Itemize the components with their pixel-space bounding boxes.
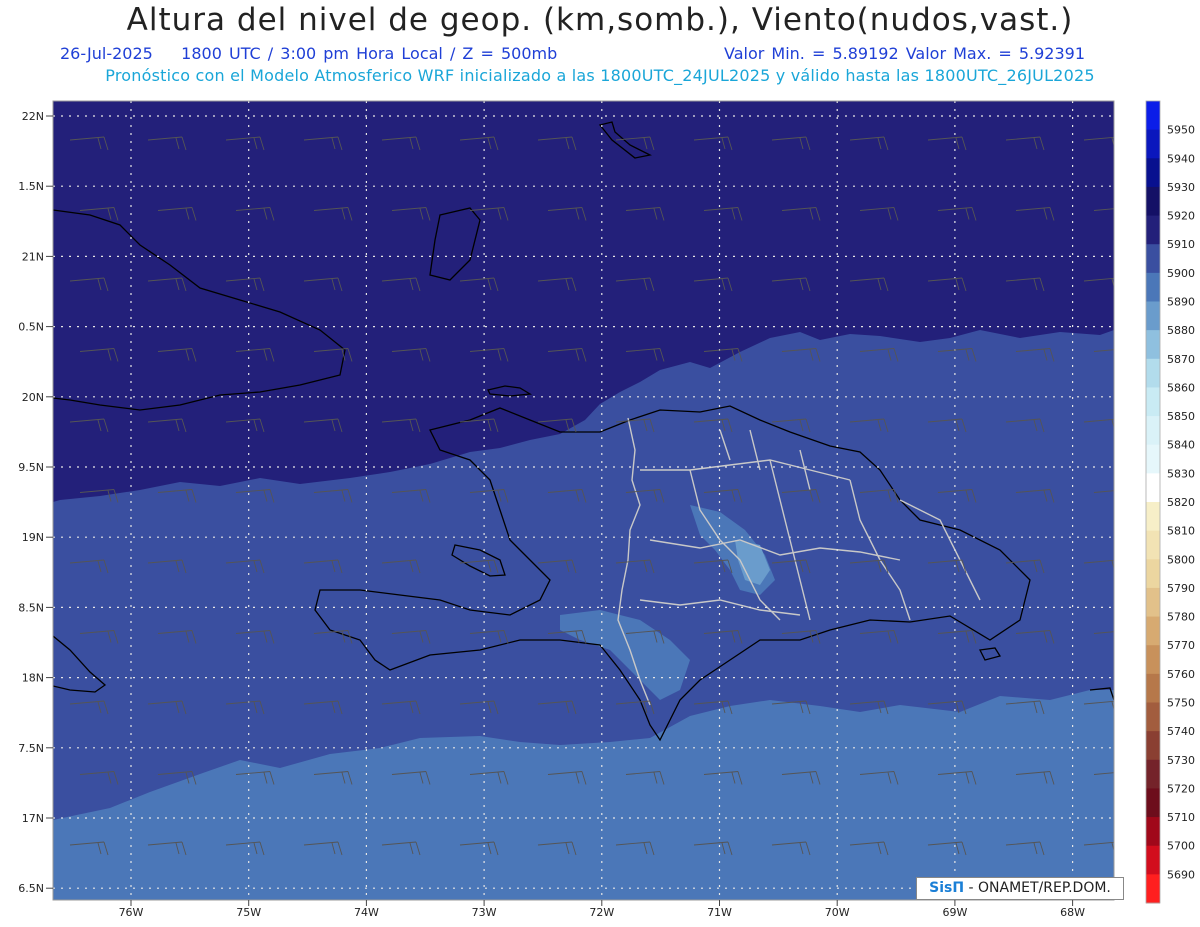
value-range-text: Valor Min. = 5.89192 Valor Max. = 5.9239… (724, 44, 1086, 63)
map-figure: 22N 1.5N 21N 0.5N 20N 9.5N 19N 8.5N 18N 7.5N 17N 6.… (0, 0, 1200, 927)
colorbar-label: 5900 (1167, 267, 1195, 280)
colorbar-label: 5930 (1167, 181, 1195, 194)
colorbar-label: 5870 (1167, 353, 1195, 366)
time-info-text: 1800 UTC / 3:00 pm Hora Local / Z = 500m… (181, 44, 558, 63)
lon-label: 75W (236, 906, 261, 919)
colorbar: 5950 5940 5930 5920 5910 5900 5890 5880 5870 5860… (1145, 100, 1195, 904)
lon-label: 72W (589, 906, 614, 919)
colorbar-label: 5850 (1167, 410, 1195, 423)
colorbar-label: 5880 (1167, 324, 1195, 337)
colorbar-swatch (1146, 387, 1160, 417)
colorbar-label: 5950 (1167, 124, 1195, 137)
chart-title: Altura del nivel de geop. (km,somb.), Vi… (126, 2, 1074, 38)
colorbar-swatch (1146, 129, 1160, 159)
lon-label: 68W (1060, 906, 1085, 919)
colorbar-label: 5790 (1167, 582, 1195, 595)
colorbar-swatch (1146, 101, 1160, 131)
credit-box: SisΠ - ONAMET/REP.DOM. (916, 877, 1124, 900)
lat-label: 22N (22, 110, 44, 123)
colorbar-label: 5750 (1167, 697, 1195, 710)
lon-label: 73W (472, 906, 497, 919)
lat-label: 6.5N (18, 882, 44, 895)
colorbar-swatch (1146, 416, 1160, 446)
colorbar-swatch (1146, 473, 1160, 503)
date-text: 26-Jul-2025 (60, 44, 153, 63)
colorbar-swatch (1146, 330, 1160, 360)
lat-label: 18N (22, 672, 44, 685)
colorbar-swatch (1146, 645, 1160, 675)
lat-label: 21N (22, 250, 44, 263)
sispi-logo: SisΠ (929, 880, 965, 896)
colorbar-swatch (1146, 731, 1160, 761)
lat-label: 9.5N (18, 461, 44, 474)
colorbar-swatch (1146, 559, 1160, 589)
colorbar-label: 5740 (1167, 725, 1195, 738)
colorbar-label: 5690 (1167, 868, 1195, 881)
lon-label: 71W (707, 906, 732, 919)
lat-label: 7.5N (18, 742, 44, 755)
date-time-line: 26-Jul-2025 1800 UTC / 3:00 pm Hora Loca… (60, 44, 1160, 63)
lat-label: 19N (22, 531, 44, 544)
lat-label: 20N (22, 391, 44, 404)
colorbar-label: 5800 (1167, 553, 1195, 566)
colorbar-swatch (1146, 759, 1160, 789)
colorbar-swatch (1146, 673, 1160, 703)
colorbar-label: 5830 (1167, 467, 1195, 480)
colorbar-label: 5700 (1167, 840, 1195, 853)
colorbar-swatch (1146, 158, 1160, 188)
credit-text: - ONAMET/REP.DOM. (968, 880, 1111, 896)
colorbar-label: 5820 (1167, 496, 1195, 509)
lat-label: 0.5N (18, 321, 44, 334)
colorbar-swatch (1146, 530, 1160, 560)
lon-label: 69W (942, 906, 967, 919)
lat-label: 17N (22, 812, 44, 825)
colorbar-swatch (1146, 817, 1160, 847)
geopotential-field (53, 101, 1114, 900)
colorbar-swatch (1146, 186, 1160, 217)
lon-label: 74W (354, 906, 379, 919)
colorbar-swatch (1146, 874, 1160, 904)
colorbar-swatch (1146, 215, 1160, 245)
colorbar-swatch (1146, 845, 1160, 875)
colorbar-swatch (1146, 301, 1160, 331)
lat-label: 8.5N (18, 601, 44, 614)
colorbar-label: 5730 (1167, 754, 1195, 767)
colorbar-label: 5860 (1167, 381, 1195, 394)
colorbar-label: 5710 (1167, 811, 1195, 824)
colorbar-label: 5720 (1167, 782, 1195, 795)
colorbar-swatch (1146, 587, 1160, 618)
colorbar-label: 5840 (1167, 439, 1195, 452)
colorbar-label: 5940 (1167, 152, 1195, 165)
colorbar-swatch (1146, 702, 1160, 732)
colorbar-swatch (1146, 444, 1160, 474)
colorbar-label: 5810 (1167, 525, 1195, 538)
lon-label: 76W (119, 906, 144, 919)
colorbar-swatch (1146, 502, 1160, 532)
colorbar-swatch (1146, 244, 1160, 274)
colorbar-label: 5770 (1167, 639, 1195, 652)
lon-label: 70W (825, 906, 850, 919)
colorbar-swatch (1146, 272, 1160, 302)
colorbar-label: 5780 (1167, 611, 1195, 624)
colorbar-label: 5890 (1167, 296, 1195, 309)
colorbar-swatch (1146, 616, 1160, 646)
colorbar-swatch (1146, 358, 1160, 388)
colorbar-swatch (1146, 788, 1160, 818)
colorbar-label: 5910 (1167, 238, 1195, 251)
colorbar-label: 5920 (1167, 210, 1195, 223)
colorbar-label: 5760 (1167, 668, 1195, 681)
lat-label: 1.5N (18, 180, 44, 193)
forecast-info-text: Pronóstico con el Modelo Atmosferico WRF… (105, 66, 1095, 85)
